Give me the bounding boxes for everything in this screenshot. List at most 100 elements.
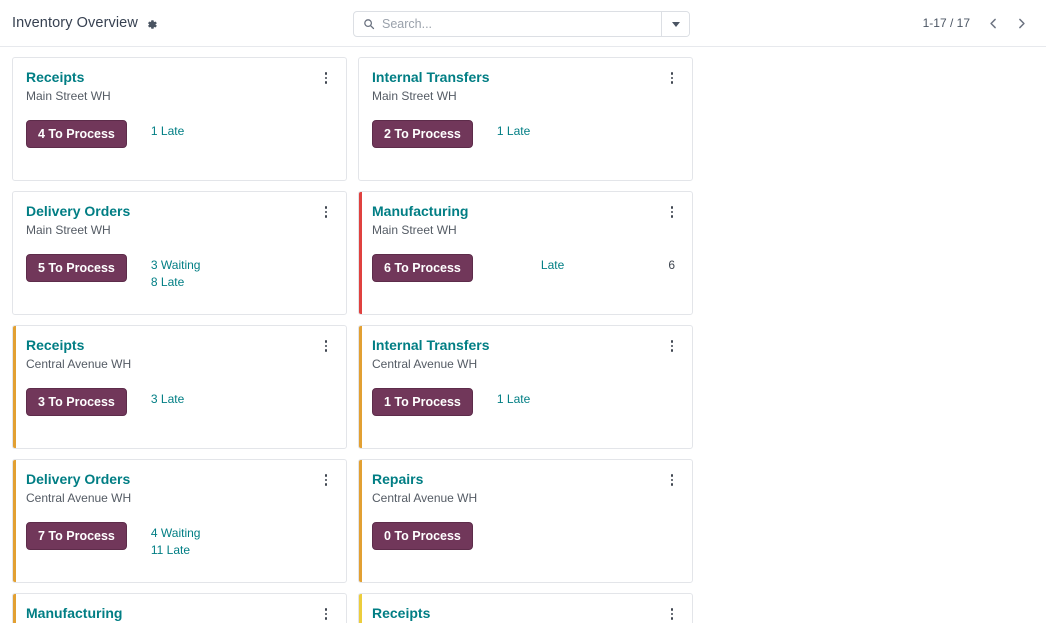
card-title-group: ReceiptsCedar Lane Warehouse [372,605,665,623]
card-menu-icon[interactable] [319,70,333,86]
card-stat-label[interactable]: Late [541,257,564,274]
card-title[interactable]: Manufacturing [26,605,319,622]
to-process-button[interactable]: 6 To Process [372,254,473,282]
kanban-card[interactable]: Manufacturing Main Street WH 6 To Process L… [358,191,693,315]
card-stat-label[interactable]: 8 Late [151,274,184,291]
card-stat-label[interactable]: 11 Late [151,542,190,559]
search-icon [363,18,375,30]
card-header: Receipts Central Avenue WH [26,337,333,372]
card-menu-icon[interactable] [665,70,679,86]
search-dropdown-toggle[interactable] [661,12,689,36]
card-stat-row: 3 Late [151,391,333,408]
card-title[interactable]: Internal Transfers [372,337,665,354]
card-menu-icon[interactable] [319,472,333,488]
search-wrapper [353,11,690,37]
card-menu-icon[interactable] [665,606,679,622]
pager-previous-button[interactable] [980,10,1006,36]
card-stat-label[interactable]: 4 Waiting [151,525,201,542]
card-header: Manufacturing Main Street WH [372,203,679,238]
card-stats: 1 Late [497,120,679,140]
kanban-card[interactable]: Internal Transfers Main Street WH 2 To Pro… [358,57,693,181]
chevron-left-icon [987,17,1000,30]
card-stat-count: 6 [668,257,679,274]
kanban-card[interactable]: Repairs Central Avenue WH 0 To Process [358,459,693,583]
gear-icon[interactable] [145,18,158,31]
card-body: 4 To Process 1 Late [26,120,333,148]
card-warehouse-label: Main Street WH [372,223,665,238]
card-stat-label[interactable]: 3 Late [151,391,184,408]
card-body: 3 To Process 3 Late [26,388,333,416]
to-process-button[interactable]: 0 To Process [372,522,473,550]
card-title-group: Delivery OrdersMain Street WH [26,203,319,238]
card-header: Receipts Main Street WH [26,69,333,104]
card-title[interactable]: Receipts [26,69,319,86]
card-stats: 4 Waiting11 Late [151,522,333,559]
card-stat-row: 1 Late [497,391,679,408]
card-body: 0 To Process [372,522,679,550]
kanban-card[interactable]: Receipts Central Avenue WH 3 To Process 3 L… [12,325,347,449]
pager: 1-17 / 17 [923,10,1034,36]
card-stats: 1 Late [497,388,679,408]
card-title-group: Repairs Central Avenue WH [372,471,665,506]
kanban-card[interactable]: ReceiptsCedar Lane Warehouse2 To Process… [358,593,693,623]
card-stat-label[interactable]: 1 Late [151,123,184,140]
to-process-button[interactable]: 3 To Process [26,388,127,416]
card-title[interactable]: Delivery Orders [26,203,319,220]
card-title[interactable]: Receipts [26,337,319,354]
card-menu-icon[interactable] [665,338,679,354]
page-title: Inventory Overview [12,15,138,31]
pager-next-button[interactable] [1008,10,1034,36]
to-process-button[interactable]: 1 To Process [372,388,473,416]
card-menu-icon[interactable] [319,606,333,622]
card-stats: 3 Late [151,388,333,408]
card-body: 7 To Process 4 Waiting11 Late [26,522,333,559]
card-title[interactable]: Internal Transfers [372,69,665,86]
search-field-area[interactable] [354,12,661,36]
kanban-card[interactable]: Receipts Main Street WH 4 To Process 1 Late [12,57,347,181]
pager-counter: 1-17 / 17 [923,16,970,30]
card-stat-label[interactable]: 1 Late [497,123,530,140]
card-title[interactable]: Delivery Orders [26,471,319,488]
card-stats: 1 Late [151,120,333,140]
card-warehouse-label: Main Street WH [372,89,665,104]
card-stat-row: 8 Late [151,274,333,291]
card-menu-icon[interactable] [665,204,679,220]
card-header: ManufacturingCentral Avenue WH [26,605,333,623]
chevron-down-icon [672,22,680,27]
card-header: Internal TransfersCentral Avenue WH [372,337,679,372]
search-input[interactable] [382,17,652,31]
card-header: Delivery OrdersMain Street WH [26,203,333,238]
kanban-card[interactable]: ManufacturingCentral Avenue WH3 To Proce… [12,593,347,623]
card-menu-icon[interactable] [665,472,679,488]
card-warehouse-label: Central Avenue WH [26,357,319,372]
card-warehouse-label: Central Avenue WH [372,491,665,506]
card-stat-row: 1 Late [151,123,333,140]
kanban-card[interactable]: Delivery OrdersCentral Avenue WH7 To Pro… [12,459,347,583]
card-warehouse-label: Main Street WH [26,89,319,104]
card-stat-row: Late 6 [497,257,679,274]
card-header: Internal Transfers Main Street WH [372,69,679,104]
card-title-group: Manufacturing Main Street WH [372,203,665,238]
card-title-group: ManufacturingCentral Avenue WH [26,605,319,623]
card-stat-row: 1 Late [497,123,679,140]
card-stat-label[interactable]: 1 Late [497,391,530,408]
card-title[interactable]: Manufacturing [372,203,665,220]
to-process-button[interactable]: 5 To Process [26,254,127,282]
card-body: 2 To Process 1 Late [372,120,679,148]
card-menu-icon[interactable] [319,338,333,354]
card-stats: Late 6 [497,254,679,274]
card-title[interactable]: Repairs [372,471,665,488]
card-menu-icon[interactable] [319,204,333,220]
to-process-button[interactable]: 2 To Process [372,120,473,148]
card-body: 6 To Process Late 6 [372,254,679,282]
to-process-button[interactable]: 7 To Process [26,522,127,550]
card-stats: 3 Waiting8 Late [151,254,333,291]
control-panel-left: Inventory Overview [12,15,158,31]
card-body: 1 To Process 1 Late [372,388,679,416]
card-stat-row: 3 Waiting [151,257,333,274]
card-stat-label[interactable]: 3 Waiting [151,257,201,274]
to-process-button[interactable]: 4 To Process [26,120,127,148]
kanban-card[interactable]: Delivery OrdersMain Street WH 5 To Proces… [12,191,347,315]
card-title[interactable]: Receipts [372,605,665,622]
kanban-card[interactable]: Internal TransfersCentral Avenue WH 1 To … [358,325,693,449]
